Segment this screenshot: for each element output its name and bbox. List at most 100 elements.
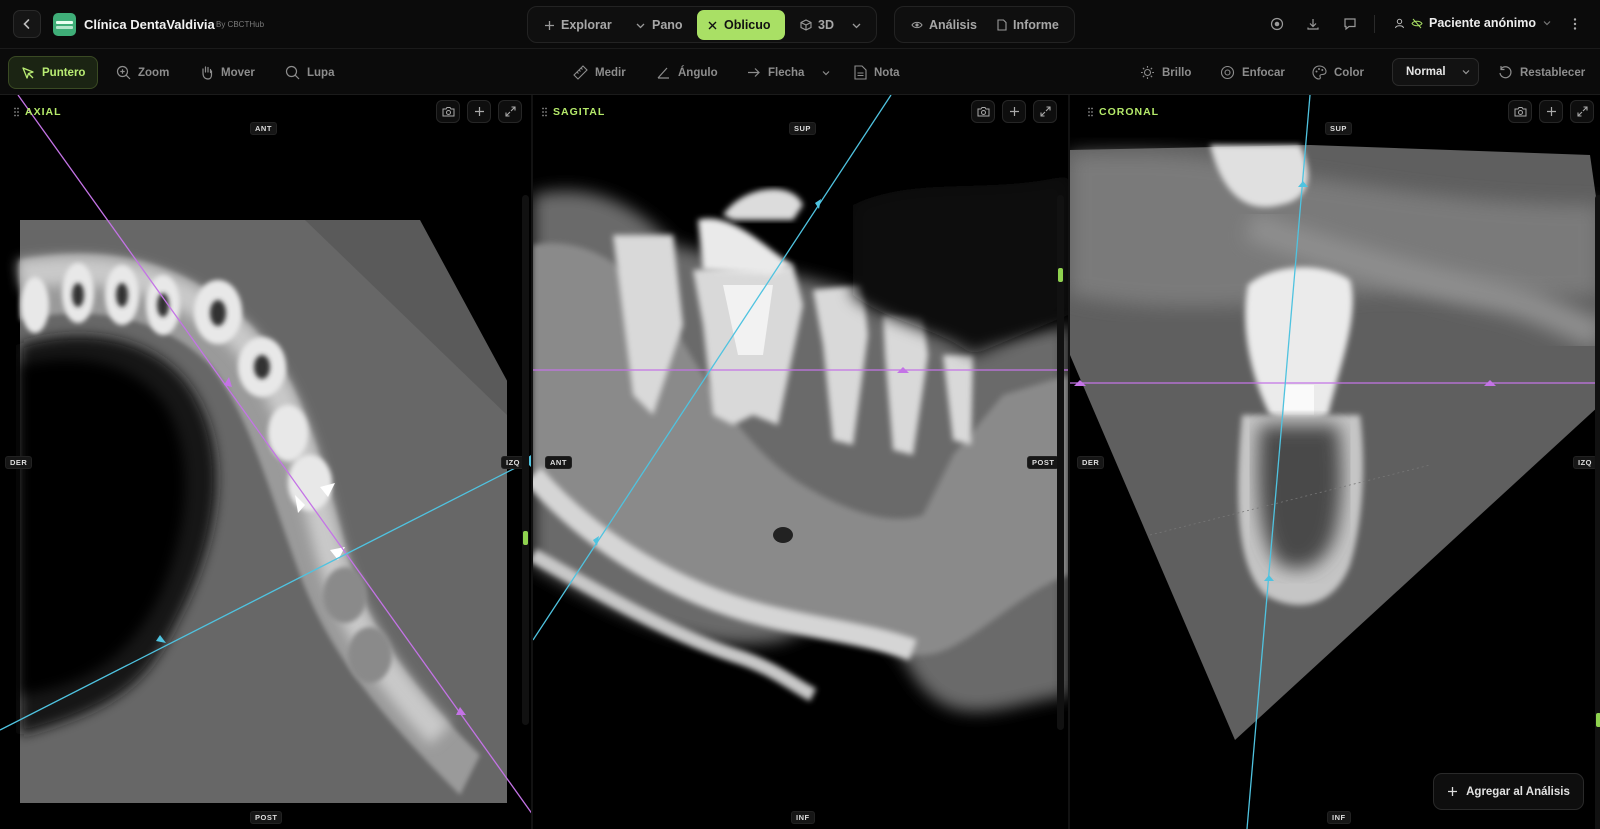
- tool-label: Ángulo: [678, 66, 718, 79]
- eye-icon: [911, 21, 923, 29]
- zoom-in-icon: [116, 65, 131, 80]
- sagital-add-button[interactable]: [1002, 100, 1026, 123]
- drag-handle-icon[interactable]: [14, 107, 19, 117]
- record-button[interactable]: [1268, 15, 1286, 33]
- tab-3d[interactable]: 3D: [790, 10, 844, 40]
- patient-selector[interactable]: Paciente anónimo: [1394, 16, 1552, 30]
- tool-flecha[interactable]: Flecha: [734, 56, 843, 89]
- coronal-slice-thumb[interactable]: [1596, 713, 1600, 727]
- plus-icon: [474, 107, 484, 116]
- sagital-expand-button[interactable]: [1033, 100, 1057, 123]
- orientation-top: SUP: [789, 122, 816, 135]
- download-button[interactable]: [1304, 15, 1322, 33]
- sagital-slice-scrollbar[interactable]: [1057, 195, 1064, 730]
- tool-label: Enfocar: [1242, 66, 1285, 79]
- tool-angulo[interactable]: Ángulo: [644, 56, 730, 89]
- tab-label: Informe: [1013, 18, 1059, 32]
- plus-icon: [545, 20, 554, 30]
- ruler-icon: [573, 65, 588, 80]
- panel-title: CORONAL: [1099, 106, 1160, 118]
- tool-mover[interactable]: Mover: [187, 56, 267, 89]
- tool-medir[interactable]: Medir: [561, 56, 638, 89]
- tab-analisis[interactable]: Análisis: [901, 10, 987, 40]
- tool-label: Lupa: [307, 66, 335, 79]
- reset-button[interactable]: Restablecer: [1486, 56, 1597, 89]
- tool-label: Puntero: [42, 66, 86, 79]
- orientation-bottom: POST: [250, 811, 283, 824]
- comments-button[interactable]: [1341, 15, 1359, 33]
- patient-name: Paciente anónimo: [1429, 16, 1536, 30]
- document-icon: [997, 19, 1007, 31]
- tab-informe[interactable]: Informe: [987, 10, 1069, 40]
- divider: [1374, 15, 1375, 33]
- tool-puntero[interactable]: Puntero: [8, 56, 99, 89]
- tool-nota[interactable]: Nota: [842, 56, 912, 89]
- tool-color[interactable]: Color: [1300, 56, 1376, 89]
- sagital-slice-thumb[interactable]: [1058, 268, 1063, 282]
- chevron-down-icon: [1543, 21, 1551, 26]
- orientation-left: DER: [1077, 456, 1105, 469]
- angle-icon: [657, 67, 669, 79]
- back-button[interactable]: [13, 10, 41, 38]
- chevron-left-icon: [23, 19, 30, 29]
- tool-zoom[interactable]: Zoom: [104, 56, 181, 89]
- orientation-left: DER: [5, 456, 33, 469]
- plus-icon: [1546, 107, 1556, 116]
- camera-icon: [1514, 107, 1526, 117]
- tool-lupa[interactable]: Lupa: [273, 56, 346, 89]
- drag-handle-icon[interactable]: [1088, 107, 1093, 117]
- sagital-title: SAGITAL: [542, 106, 605, 118]
- axial-expand-button[interactable]: [498, 100, 522, 123]
- orientation-right: POST: [1027, 456, 1060, 469]
- coronal-expand-button[interactable]: [1570, 100, 1594, 123]
- tool-enfocar[interactable]: Enfocar: [1208, 56, 1297, 89]
- tab-oblicuo[interactable]: Oblicuo: [697, 10, 785, 40]
- axial-screenshot-button[interactable]: [436, 100, 460, 123]
- cube-icon: [800, 19, 812, 31]
- coronal-slice-scrollbar[interactable]: [1595, 195, 1600, 829]
- more-views-dropdown[interactable]: [841, 10, 872, 40]
- panel-title: SAGITAL: [553, 106, 606, 118]
- chevron-down-icon[interactable]: [821, 68, 831, 78]
- coronal-screenshot-button[interactable]: [1508, 100, 1532, 123]
- coronal-add-button[interactable]: [1539, 100, 1563, 123]
- expand-icon: [504, 106, 516, 117]
- cross-icon: [708, 21, 717, 29]
- tab-explorar[interactable]: Explorar: [534, 10, 622, 40]
- expand-icon: [1039, 106, 1051, 117]
- add-to-analysis-button[interactable]: Agregar al Análisis: [1433, 773, 1584, 810]
- axial-add-button[interactable]: [467, 100, 491, 123]
- tool-label: Medir: [595, 66, 626, 79]
- note-icon: [854, 65, 867, 80]
- chevron-down-icon: [636, 23, 645, 28]
- sagital-ct-image: [533, 95, 1068, 712]
- view-mode-tabs: Explorar Pano Oblicuo 3D: [527, 6, 877, 43]
- more-menu-button[interactable]: [1566, 15, 1584, 33]
- tab-pano[interactable]: Pano: [625, 10, 693, 40]
- sagital-viewport[interactable]: SAGITAL SUP INF ANT POST: [533, 95, 1068, 829]
- axial-slice-scrollbar[interactable]: [522, 195, 529, 725]
- camera-icon: [442, 107, 454, 117]
- clinic-logo: [53, 13, 76, 36]
- orientation-top: ANT: [250, 122, 277, 135]
- analysis-tabs: Análisis Informe: [894, 6, 1075, 43]
- reset-label: Restablecer: [1520, 66, 1586, 79]
- record-icon: [1270, 17, 1284, 31]
- more-vertical-icon: [1573, 18, 1577, 30]
- tool-label: Mover: [221, 66, 255, 79]
- top-bar: Clínica DentaValdivia By CBCTHub Explora…: [0, 0, 1600, 49]
- tool-brillo[interactable]: Brillo: [1128, 56, 1203, 89]
- tool-label: Color: [1334, 66, 1365, 79]
- axial-slice-thumb[interactable]: [523, 531, 528, 545]
- display-mode-select[interactable]: Normal: [1392, 58, 1479, 86]
- drag-handle-icon[interactable]: [542, 107, 547, 117]
- sagital-screenshot-button[interactable]: [971, 100, 995, 123]
- tab-label: Explorar: [561, 18, 612, 32]
- coronal-viewport[interactable]: CORONAL SUP INF DER IZQ: [1070, 95, 1600, 829]
- axial-viewport[interactable]: AXIAL ANT POST DER IZQ: [0, 95, 531, 829]
- brand-subtitle: By CBCTHub: [216, 20, 265, 29]
- hand-icon: [202, 66, 213, 80]
- orientation-top: SUP: [1325, 122, 1352, 135]
- orientation-bottom: INF: [791, 811, 815, 824]
- tab-label: Análisis: [929, 18, 977, 32]
